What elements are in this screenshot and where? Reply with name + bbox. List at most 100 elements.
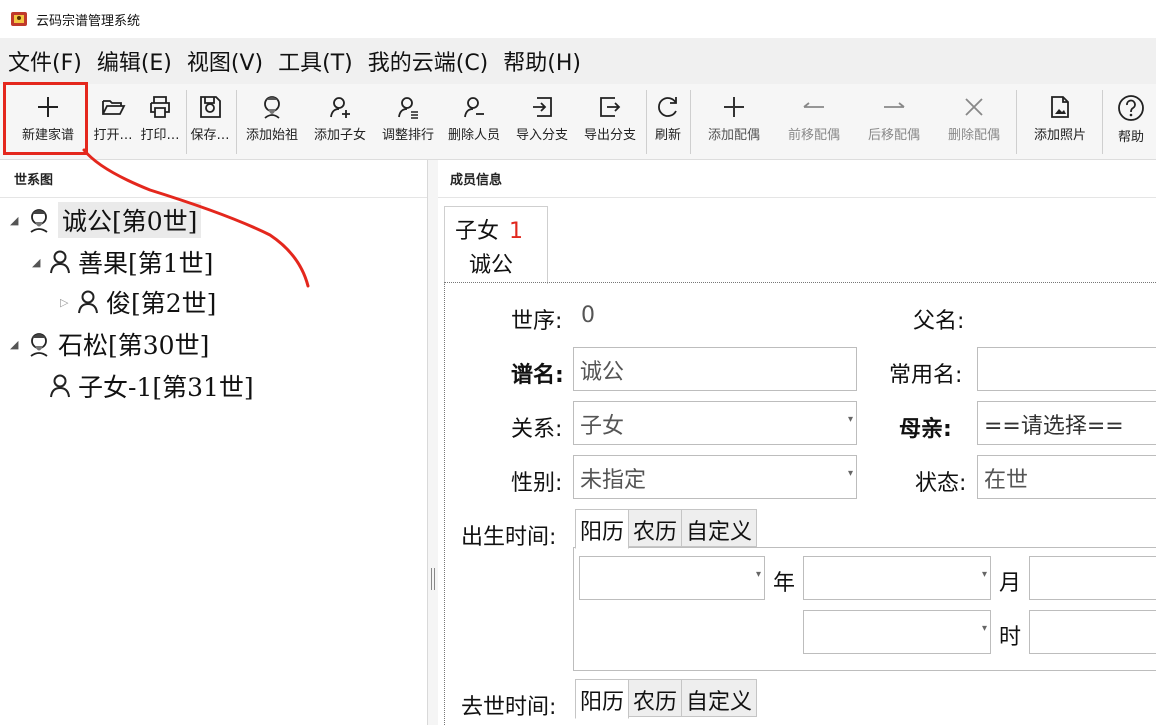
- tree-node[interactable]: ◢ 石松[第30世]: [10, 324, 209, 364]
- reorder-button[interactable]: 调整排行: [376, 90, 440, 154]
- genealogy-name-input[interactable]: 诚公: [573, 347, 857, 391]
- add-child-button[interactable]: 添加子女: [308, 90, 372, 154]
- add-person-icon: [330, 97, 350, 118]
- chevron-down-icon: ▾: [847, 468, 853, 479]
- splitter-grip[interactable]: [431, 568, 435, 590]
- delete-person-button[interactable]: 删除人员: [442, 90, 506, 154]
- title-bar: 云码宗谱管理系统: [0, 0, 1156, 38]
- birth-month-select[interactable]: ▾: [803, 556, 991, 600]
- move-spouse-up-button[interactable]: 前移配偶: [778, 90, 850, 154]
- year-unit-label: 年: [773, 571, 796, 596]
- status-select[interactable]: 在世: [977, 455, 1156, 499]
- photo-file-icon: [1051, 96, 1069, 118]
- help-question-icon: [1118, 95, 1144, 121]
- gender-label: 性别:: [511, 471, 563, 496]
- chevron-down-icon: ▾: [847, 414, 853, 425]
- tab-solar-calendar[interactable]: 阳历: [575, 679, 630, 719]
- chevron-down-icon: ▾: [755, 569, 761, 580]
- common-name-label: 常用名:: [889, 363, 963, 388]
- gender-select[interactable]: 未指定 ▾: [573, 455, 857, 499]
- collapse-arrow-icon[interactable]: ◢: [32, 256, 48, 269]
- generation-value: 0: [581, 303, 595, 328]
- birth-calendar-tabs: 阳历 农历 自定义: [575, 509, 758, 549]
- tree-node[interactable]: 子女-1[第31世]: [48, 366, 254, 406]
- member-tab[interactable]: 子女 1 诚公: [444, 206, 548, 284]
- close-icon: [965, 98, 983, 116]
- tab-custom-calendar[interactable]: 自定义: [681, 679, 758, 717]
- menu-edit[interactable]: 编辑(E): [89, 45, 179, 77]
- status-label: 状态:: [915, 471, 967, 496]
- hour-unit-label: 时: [999, 625, 1022, 650]
- generation-label: 世序:: [511, 309, 563, 334]
- tree-node[interactable]: ▷ 俊[第2世]: [60, 282, 216, 322]
- tree-node[interactable]: ◢ 诚公[第0世]: [10, 200, 202, 240]
- add-ancestor-button[interactable]: 添加始祖: [240, 90, 304, 154]
- relation-select[interactable]: 子女 ▾: [573, 401, 857, 445]
- open-button[interactable]: 打开…: [90, 90, 136, 154]
- member-tab-relation: 子女 1: [455, 219, 524, 244]
- remove-person-icon: [464, 97, 484, 118]
- app-logo-icon: [10, 10, 28, 28]
- common-name-input[interactable]: [977, 347, 1156, 391]
- ancestor-portrait-icon: [30, 333, 48, 357]
- save-disk-icon: [200, 96, 221, 118]
- member-form: 世序: 0 父名: 谱名: 诚公 常用名: 关系: 子女 ▾ 母亲: ==请选择=…: [444, 282, 1156, 725]
- birth-minute-select[interactable]: [1029, 610, 1156, 654]
- genealogy-name-label: 谱名:: [511, 363, 564, 388]
- menu-my-cloud[interactable]: 我的云端(C): [360, 45, 496, 77]
- mother-label: 母亲:: [899, 417, 952, 442]
- print-button[interactable]: 打印…: [138, 90, 182, 154]
- menu-help[interactable]: 帮助(H): [495, 45, 588, 77]
- tree-node[interactable]: ◢ 善果[第1世]: [32, 242, 213, 282]
- birth-day-select[interactable]: [1029, 556, 1156, 600]
- lineage-tree-header: 世系图: [0, 160, 427, 198]
- tab-custom-calendar[interactable]: 自定义: [681, 509, 758, 547]
- save-button[interactable]: 保存…: [188, 90, 232, 154]
- member-tab-name: 诚公: [469, 253, 514, 278]
- toolbar: 新建家谱 打开… 打印… 保存… 添加始祖 添加子女 调整排行 删除人员 导入分…: [0, 84, 1156, 160]
- member-info-header: 成员信息: [438, 160, 1156, 198]
- folder-open-icon: [102, 100, 126, 115]
- printer-icon: [150, 96, 170, 118]
- import-icon: [533, 97, 552, 117]
- delete-spouse-button[interactable]: 删除配偶: [938, 90, 1010, 154]
- birth-year-select[interactable]: ▾: [579, 556, 765, 600]
- add-photo-button[interactable]: 添加照片: [1024, 90, 1096, 154]
- export-icon: [600, 97, 621, 117]
- person-icon: [50, 374, 70, 398]
- export-branch-button[interactable]: 导出分支: [578, 90, 642, 154]
- move-spouse-down-button[interactable]: 后移配偶: [858, 90, 930, 154]
- refresh-button[interactable]: 刷新: [648, 90, 688, 154]
- collapse-arrow-icon[interactable]: ◢: [10, 338, 26, 351]
- add-spouse-button[interactable]: 添加配偶: [698, 90, 770, 154]
- arrow-right-icon: [884, 102, 905, 108]
- ancestor-portrait-icon: [264, 96, 280, 119]
- menu-view[interactable]: 视图(V): [179, 45, 270, 77]
- member-info-pane: 成员信息 子女 1 诚公 世序: 0 父名: 谱名: 诚公 常用名: 关系: 子女…: [438, 160, 1156, 725]
- birth-hour-select[interactable]: ▾: [803, 610, 991, 654]
- month-unit-label: 月: [999, 571, 1022, 596]
- import-branch-button[interactable]: 导入分支: [510, 90, 574, 154]
- menu-file[interactable]: 文件(F): [0, 45, 89, 77]
- tab-lunar-calendar[interactable]: 农历: [628, 679, 683, 717]
- ancestor-portrait-icon: [30, 209, 48, 233]
- chevron-down-icon: ▾: [981, 569, 987, 580]
- chevron-down-icon: ▾: [981, 623, 987, 634]
- father-name-label: 父名:: [913, 309, 965, 334]
- person-icon: [50, 250, 70, 274]
- pane-splitter[interactable]: [428, 160, 438, 725]
- death-calendar-tabs: 阳历 农历 自定义: [575, 679, 758, 719]
- collapse-arrow-icon[interactable]: ◢: [10, 214, 26, 227]
- arrow-left-icon: [803, 102, 824, 108]
- menu-bar: 文件(F) 编辑(E) 视图(V) 工具(T) 我的云端(C) 帮助(H): [0, 38, 1156, 84]
- mother-select[interactable]: ==请选择==: [977, 401, 1156, 445]
- refresh-icon: [658, 97, 677, 117]
- relation-label: 关系:: [511, 417, 563, 442]
- menu-tools[interactable]: 工具(T): [270, 45, 360, 77]
- tab-solar-calendar[interactable]: 阳历: [575, 509, 630, 549]
- lineage-tree-pane: 世系图 ◢ 诚公[第0世] ◢ 善果[第1世] ▷ 俊[第2世] ◢ 石松[第3…: [0, 160, 428, 725]
- expand-arrow-icon[interactable]: ▷: [60, 296, 76, 309]
- reorder-person-icon: [398, 97, 418, 119]
- tab-lunar-calendar[interactable]: 农历: [628, 509, 683, 547]
- help-button[interactable]: 帮助: [1108, 90, 1154, 154]
